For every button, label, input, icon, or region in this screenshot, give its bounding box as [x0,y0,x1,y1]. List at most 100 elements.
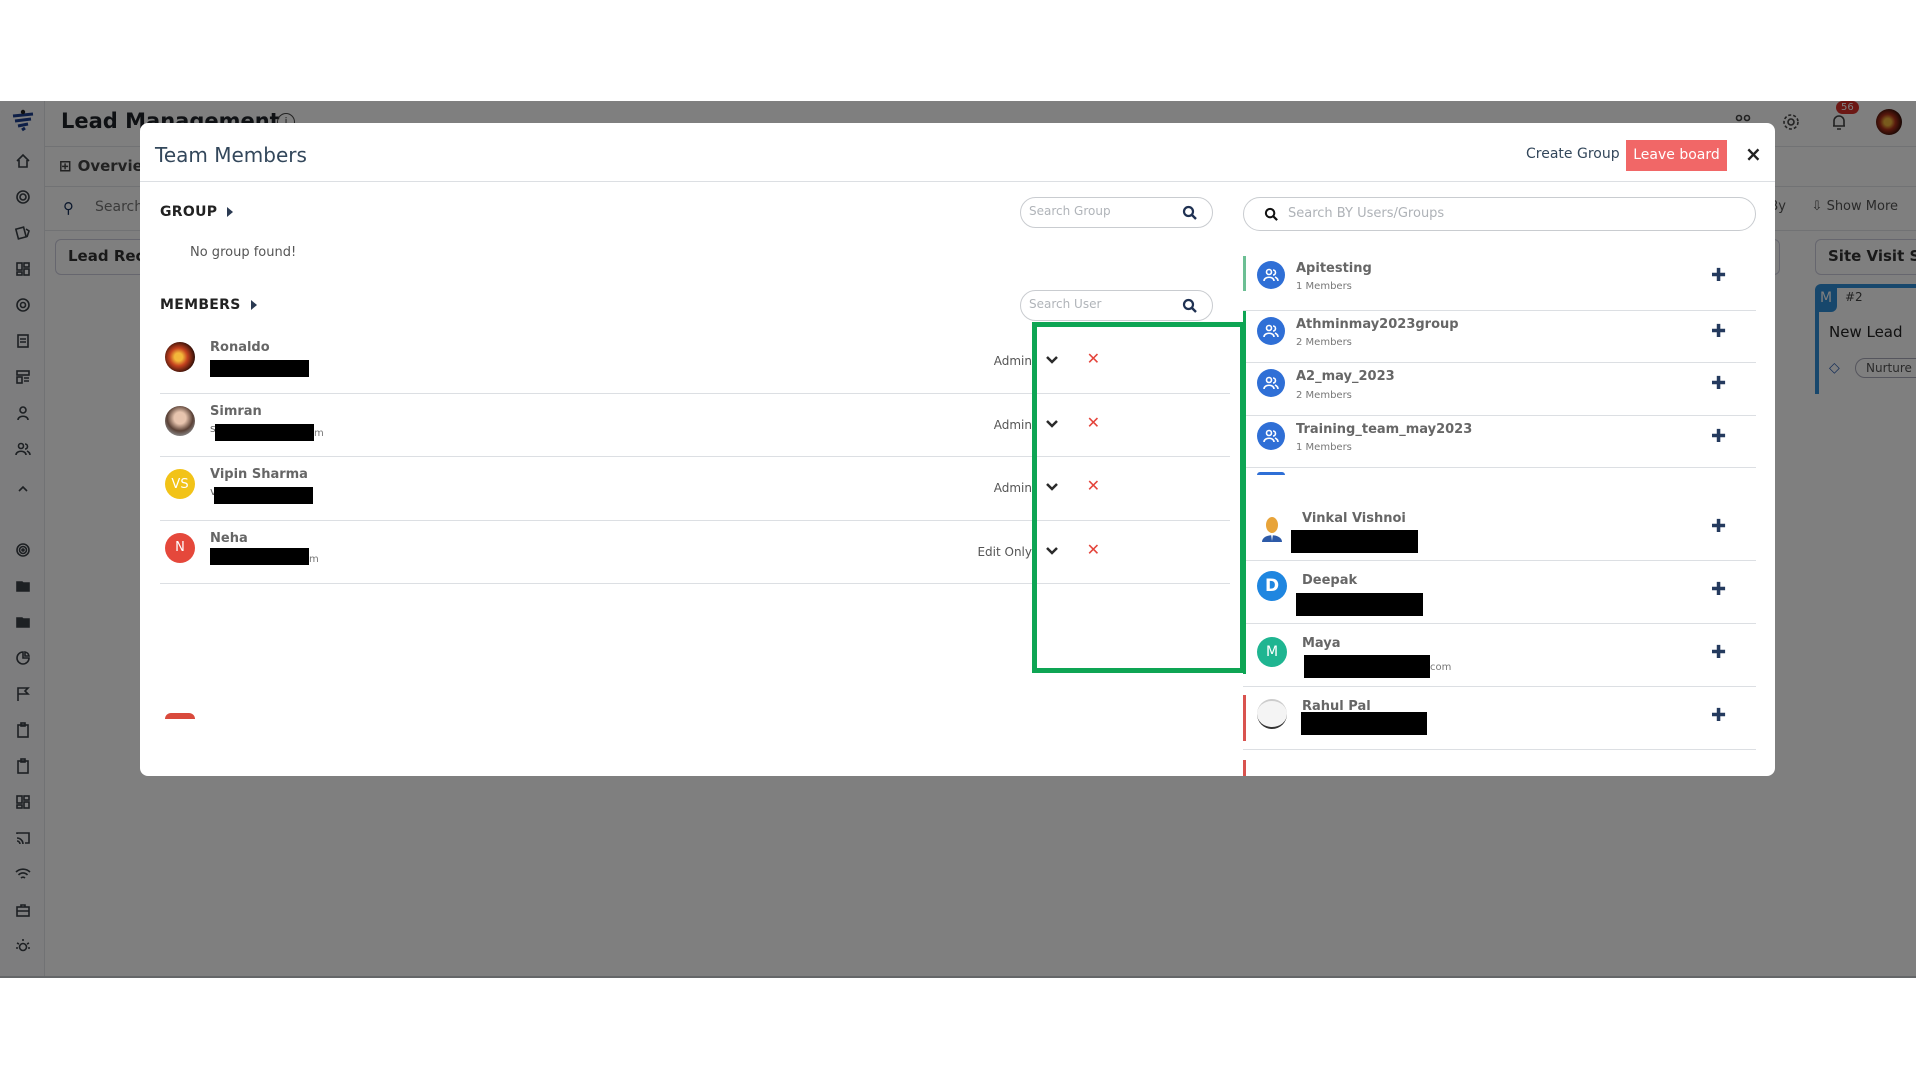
user-avatar: D [1257,571,1287,601]
remove-member-icon[interactable]: ✕ [1087,349,1100,368]
group-avatar [1257,261,1285,289]
partial-member-avatar [165,713,195,719]
status-bar [1243,561,1246,624]
search-user-input[interactable] [1029,297,1169,311]
remove-member-icon[interactable]: ✕ [1087,540,1100,559]
group-section-label: GROUP [160,204,218,220]
status-bar [1243,468,1246,498]
role-dropdown[interactable]: Admin [994,354,1032,368]
user-avatar: M [1257,637,1287,667]
add-user-button[interactable]: ✚ [1711,642,1726,663]
remove-member-icon[interactable]: ✕ [1087,413,1100,432]
redacted-email [215,423,314,441]
member-avatar [165,405,195,436]
email-suffix: com [1430,662,1452,673]
no-group-message: No group found! [190,245,297,260]
search-users-groups-input[interactable] [1288,206,1708,221]
redacted-email [210,547,309,565]
group-avatar [1257,422,1285,450]
users-icon [1263,324,1279,338]
group-section-toggle[interactable]: GROUP [160,204,234,220]
member-name: Vipin Sharma [210,467,308,482]
role-dropdown[interactable]: Admin [994,481,1032,495]
redacted-email [1291,530,1418,553]
add-user-button[interactable]: ✚ [1711,705,1726,726]
group-member-count: 1 Members [1296,442,1352,453]
group-name: Athminmay2023group [1296,317,1459,332]
member-name: Neha [210,530,248,546]
team-members-modal: Team Members Create Group Leave board × … [140,123,1775,776]
member-name: Simran [210,403,262,419]
group-member-count: 1 Members [1296,281,1352,292]
user-list-item: Vinkal Vishnoi ✚ [1243,498,1756,561]
group-name: Apitesting [1296,261,1372,276]
search-icon[interactable] [1182,298,1198,314]
leave-board-button[interactable]: Leave board [1626,140,1727,171]
search-user-field[interactable] [1020,290,1213,321]
group-member-count: 2 Members [1296,337,1352,348]
role-dropdown[interactable]: Edit Only [977,545,1032,559]
role-dropdown[interactable]: Admin [994,418,1032,432]
user-name: Deepak [1302,573,1358,588]
group-list-item: Athminmay2023group 2 Members ✚ [1243,311,1756,363]
add-group-button[interactable]: ✚ [1711,265,1726,286]
add-group-button[interactable]: ✚ [1711,373,1726,394]
search-group-field[interactable] [1020,197,1213,228]
group-avatar [1257,369,1285,397]
redacted-email [1301,712,1427,735]
group-name: Training_team_may2023 [1296,422,1473,437]
person-icon [1257,514,1287,544]
add-group-button[interactable]: ✚ [1711,321,1726,342]
remove-member-icon[interactable]: ✕ [1087,476,1100,495]
status-bar [1243,760,1246,776]
chevron-down-icon[interactable] [1044,479,1060,495]
search-group-input[interactable] [1029,204,1169,218]
user-name: Maya [1302,636,1341,651]
email-suffix: m [309,553,319,565]
redacted-email [1296,593,1423,616]
members-section-label: MEMBERS [160,297,241,313]
user-list-item: M Maya com ✚ [1243,624,1756,687]
caret-right-icon [227,207,234,217]
status-bar [1243,363,1246,416]
group-list-item: Training_team_may2023 1 Members ✚ [1243,416,1756,468]
status-bar [1243,311,1246,363]
group-list-item: A2_may_2023 2 Members ✚ [1243,363,1756,416]
create-group-button[interactable]: Create Group [1526,146,1620,162]
search-icon [1264,207,1278,221]
users-icon [1263,376,1279,390]
group-avatar [1257,317,1285,345]
modal-title: Team Members [155,143,307,167]
users-icon [1263,429,1279,443]
chevron-down-icon[interactable] [1044,416,1060,432]
member-row: VS Vipin Sharma v Admin ✕ [160,457,1230,521]
redacted-email [1304,655,1430,678]
status-bar [1243,695,1246,741]
caret-right-icon [250,300,257,310]
redacted-email [210,360,309,377]
redacted-email [214,487,313,504]
user-list-item-partial [1243,750,1756,776]
user-list-item: Rahul Pal ✚ [1243,687,1756,750]
members-list: Ronaldo Admin ✕ Simran s m Admin ✕ VS Vi… [160,330,1230,584]
status-bar [1243,498,1246,561]
members-section-toggle[interactable]: MEMBERS [160,297,257,313]
member-name: Ronaldo [210,340,270,355]
add-user-button[interactable]: ✚ [1711,579,1726,600]
member-row: Ronaldo Admin ✕ [160,330,1230,394]
user-name: Vinkal Vishnoi [1302,511,1406,526]
member-row: N Neha m Edit Only ✕ [160,521,1230,584]
chevron-down-icon[interactable] [1044,352,1060,368]
close-icon[interactable]: × [1745,142,1762,166]
group-list-item: Apitesting 1 Members ✚ [1243,255,1756,311]
user-list-item: D Deepak ✚ [1243,561,1756,624]
add-group-button[interactable]: ✚ [1711,426,1726,447]
member-row: Simran s m Admin ✕ [160,394,1230,457]
member-avatar: N [165,532,195,563]
search-icon[interactable] [1182,205,1198,221]
add-user-button[interactable]: ✚ [1711,516,1726,537]
group-name: A2_may_2023 [1296,369,1395,384]
chevron-down-icon[interactable] [1044,543,1060,559]
group-member-count: 2 Members [1296,390,1352,401]
search-users-groups-field[interactable] [1243,197,1756,231]
